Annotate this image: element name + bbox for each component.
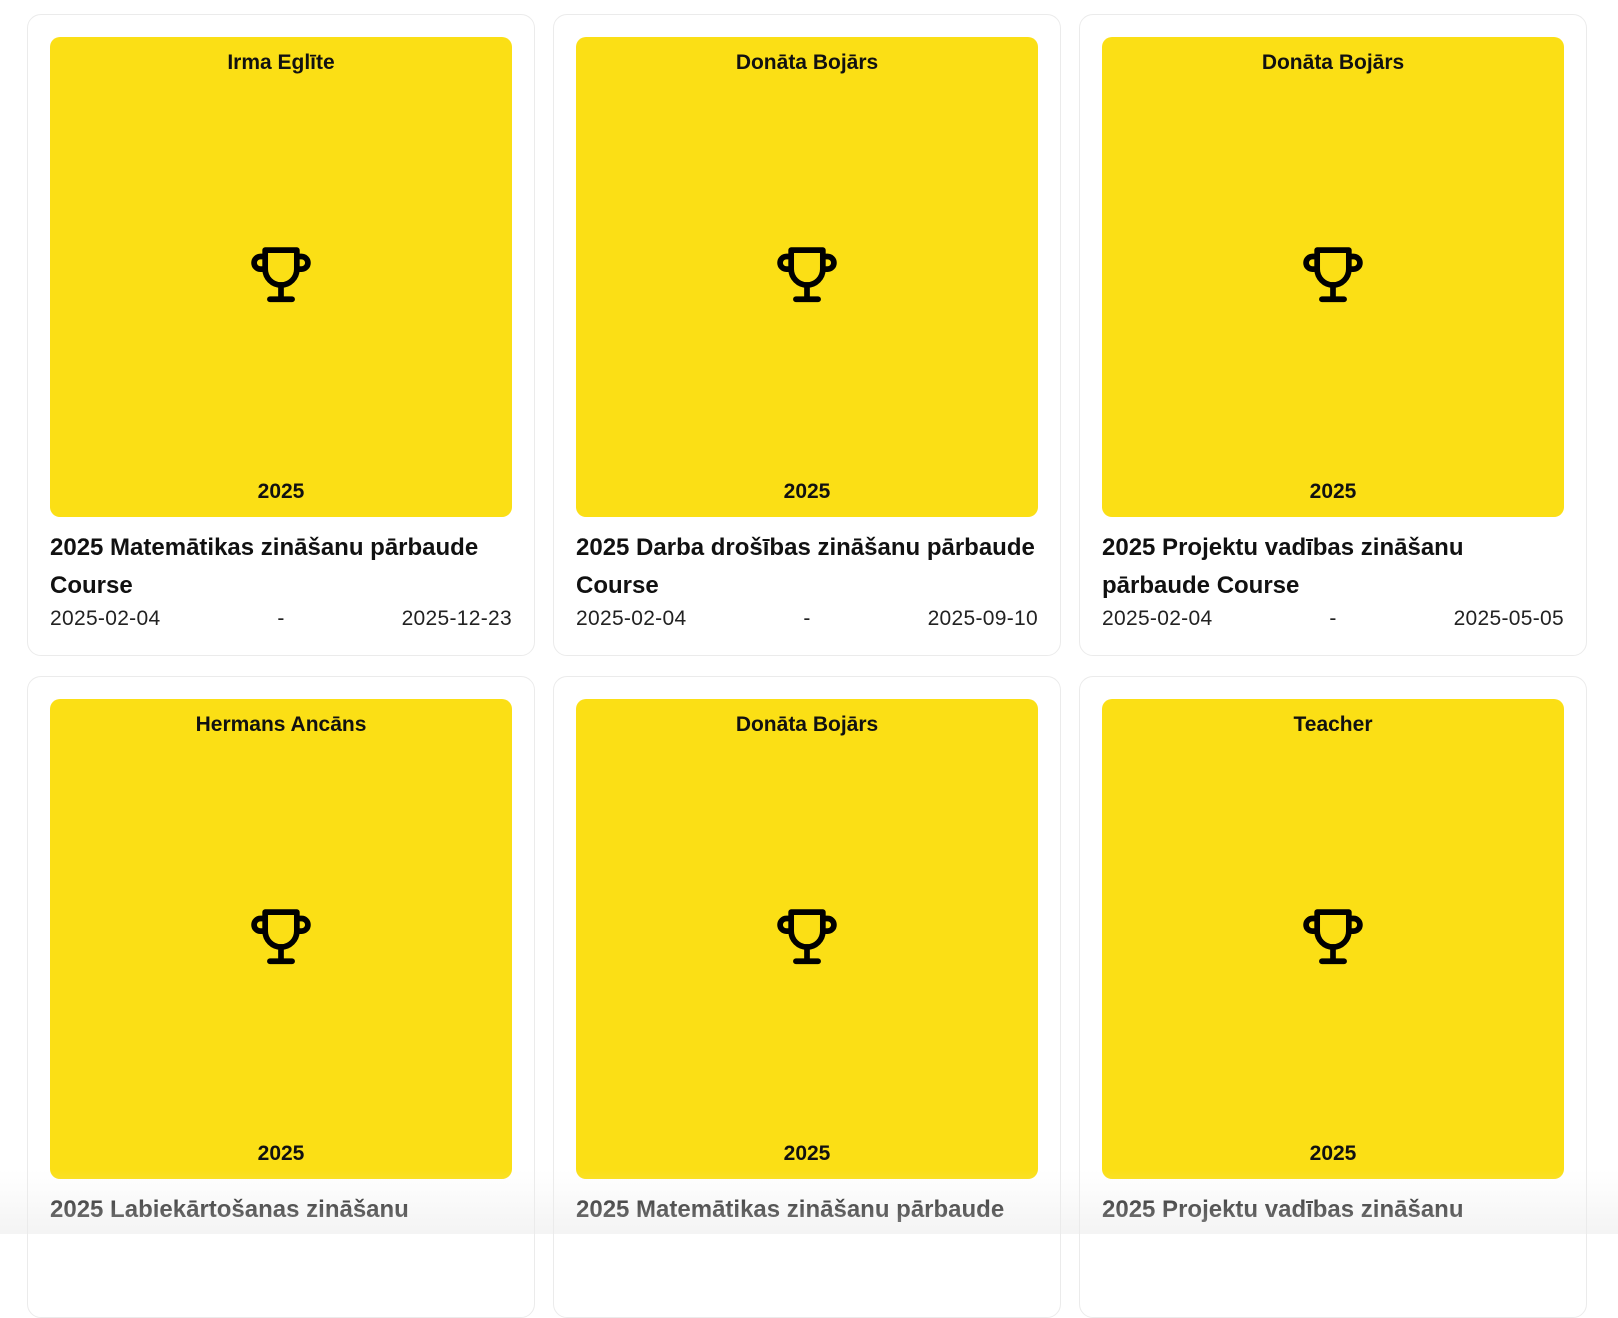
course-title[interactable]: 2025 Projektu vadības zināšanu pārbaude …	[1102, 529, 1564, 605]
course-card[interactable]: Donāta Bojārs 2025 2025 Darba drošības z…	[553, 14, 1061, 656]
course-dates: 2025-02-04 - 2025-05-05	[1102, 607, 1564, 631]
course-card[interactable]: Donāta Bojārs 2025 2025 Projektu vadības…	[1079, 14, 1587, 656]
cover-teacher-name: Donāta Bojārs	[735, 713, 879, 736]
cover-year: 2025	[257, 480, 305, 503]
course-title[interactable]: 2025 Darba drošības zināšanu pārbaude Co…	[576, 529, 1038, 605]
course-end-date: 2025-05-05	[1453, 607, 1564, 630]
cover-year: 2025	[783, 1142, 831, 1165]
course-cover[interactable]: Teacher 2025	[1102, 699, 1564, 1179]
course-card[interactable]: Donāta Bojārs 2025 2025 Matemātikas zinā…	[553, 676, 1061, 1318]
trophy-icon	[251, 247, 311, 303]
trophy-icon	[777, 247, 837, 303]
trophy-icon	[1303, 909, 1363, 965]
course-cover[interactable]: Irma Eglīte 2025	[50, 37, 512, 517]
date-separator: -	[1329, 607, 1337, 630]
course-card[interactable]: Hermans Ancāns 2025 2025 Labiekārtošanas…	[27, 676, 535, 1318]
cover-teacher-name: Donāta Bojārs	[1261, 51, 1405, 74]
course-cover[interactable]: Hermans Ancāns 2025	[50, 699, 512, 1179]
trophy-icon	[777, 909, 837, 965]
cover-teacher-name: Donāta Bojārs	[735, 51, 879, 74]
course-card[interactable]: Teacher 2025 2025 Projektu vadības zināš…	[1079, 676, 1587, 1318]
cover-year: 2025	[257, 1142, 305, 1165]
cover-year: 2025	[1309, 1142, 1357, 1165]
course-start-date: 2025-02-04	[1102, 607, 1213, 630]
course-cover[interactable]: Donāta Bojārs 2025	[576, 699, 1038, 1179]
cover-teacher-name: Teacher	[1293, 713, 1373, 736]
cover-year: 2025	[1309, 480, 1357, 503]
trophy-icon	[1303, 247, 1363, 303]
course-title[interactable]: 2025 Projektu vadības zināšanu	[1102, 1191, 1564, 1267]
course-end-date: 2025-09-10	[927, 607, 1038, 630]
course-title[interactable]: 2025 Labiekārtošanas zināšanu	[50, 1191, 512, 1267]
course-start-date: 2025-02-04	[576, 607, 687, 630]
cover-teacher-name: Irma Eglīte	[227, 51, 335, 74]
course-grid: Irma Eglīte 2025 2025 Matemātikas zināša…	[27, 14, 1587, 1318]
cover-year: 2025	[783, 480, 831, 503]
course-dates: 2025-02-04 - 2025-09-10	[576, 607, 1038, 631]
cover-teacher-name: Hermans Ancāns	[195, 713, 367, 736]
course-cover[interactable]: Donāta Bojārs 2025	[576, 37, 1038, 517]
course-title[interactable]: 2025 Matemātikas zināšanu pārbaude Cours…	[50, 529, 512, 605]
course-card[interactable]: Irma Eglīte 2025 2025 Matemātikas zināša…	[27, 14, 535, 656]
course-dates: 2025-02-04 - 2025-12-23	[50, 607, 512, 631]
course-cover[interactable]: Donāta Bojārs 2025	[1102, 37, 1564, 517]
date-separator: -	[277, 607, 285, 630]
course-end-date: 2025-12-23	[401, 607, 512, 630]
date-separator: -	[803, 607, 811, 630]
course-title[interactable]: 2025 Matemātikas zināšanu pārbaude	[576, 1191, 1038, 1267]
trophy-icon	[251, 909, 311, 965]
course-start-date: 2025-02-04	[50, 607, 161, 630]
